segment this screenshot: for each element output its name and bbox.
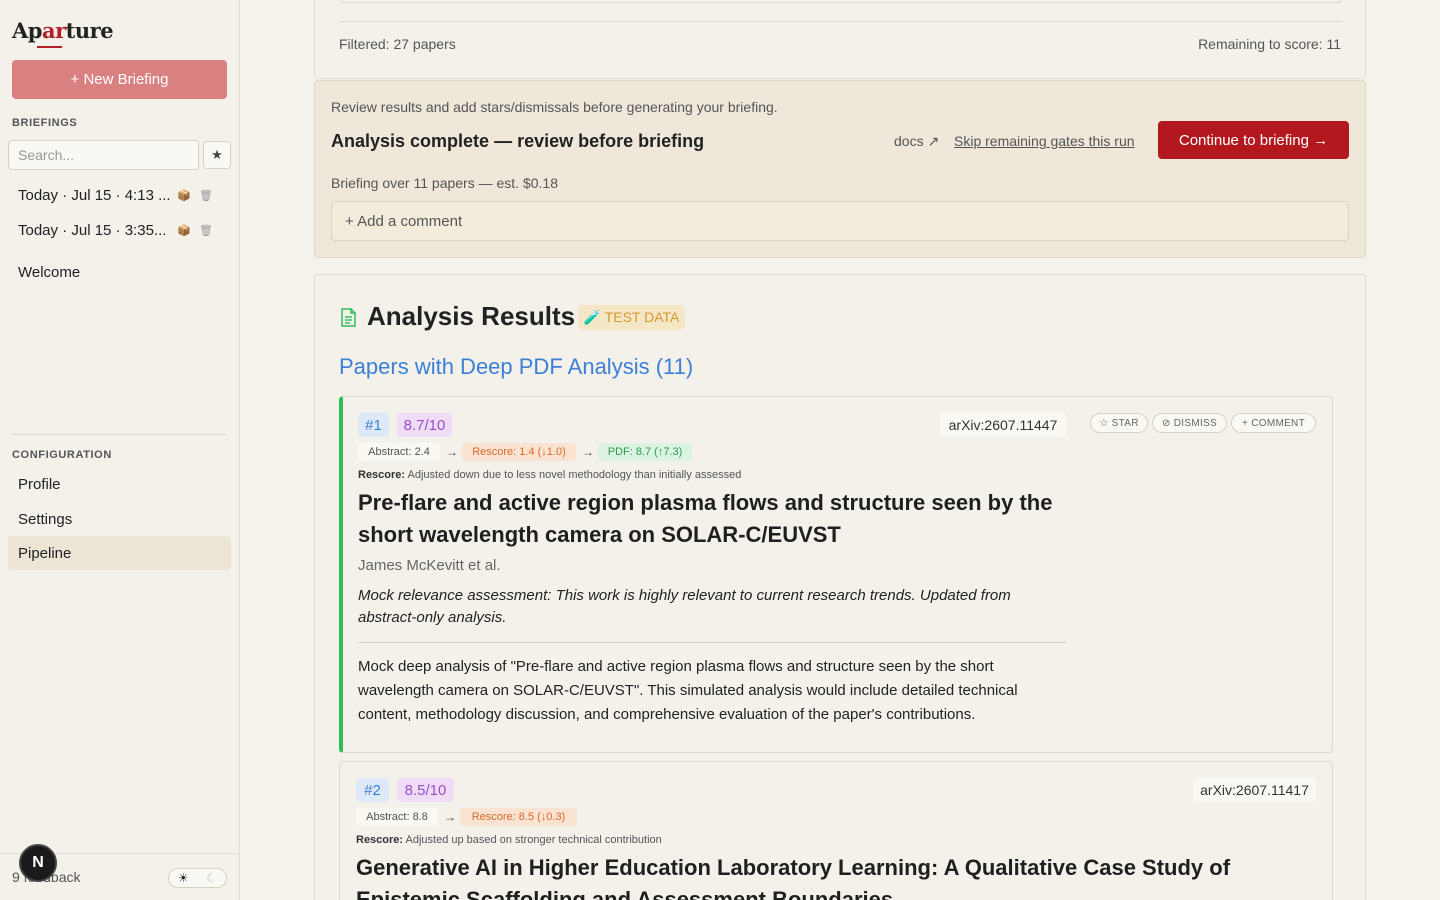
review-hint: Review results and add stars/dismissals … xyxy=(331,99,778,115)
deep-analysis-section-title[interactable]: Papers with Deep PDF Analysis (11) xyxy=(339,354,693,380)
welcome-label: Welcome xyxy=(18,263,81,281)
nav-item-pipeline[interactable]: Pipeline xyxy=(8,536,231,570)
filter-inner-panel xyxy=(339,0,1342,3)
archive-icon[interactable]: 📦 xyxy=(174,189,194,202)
archive-icon[interactable]: 📦 xyxy=(174,224,194,237)
arxiv-id[interactable]: arXiv:2607.11417 xyxy=(1193,778,1316,802)
dismiss-button[interactable]: ⊘ DISMISS xyxy=(1152,413,1227,433)
briefings-section-label: BRIEFINGS xyxy=(12,117,78,129)
paper-title[interactable]: Pre-flare and active region plasma flows… xyxy=(358,487,1058,551)
paper-score-badge: 8.5/10 xyxy=(397,778,454,802)
review-title: Analysis complete — review before briefi… xyxy=(331,131,705,151)
nav-item-profile[interactable]: Profile xyxy=(8,467,231,501)
rescore-note: Rescore: Adjusted up based on stronger t… xyxy=(356,834,662,846)
paper-divider xyxy=(358,642,1067,643)
briefing-item-label: Today · Jul 15 · 4:13 ... xyxy=(18,186,171,204)
test-data-badge: 🧪 TEST DATA xyxy=(578,305,685,330)
briefing-item[interactable]: Today · Jul 15 · 4:13 ... 📦 🗑 xyxy=(18,183,228,207)
filtered-count: Filtered: 27 papers xyxy=(339,36,456,52)
trash-icon[interactable]: 🗑 xyxy=(194,224,218,237)
deep-analysis-text: Mock deep analysis of "Pre-flare and act… xyxy=(358,658,1018,723)
remaining-count: Remaining to score: 11 xyxy=(1198,36,1341,52)
avatar[interactable]: N xyxy=(19,844,57,882)
sidebar: Aparture + New Briefing BRIEFINGS Search… xyxy=(0,0,240,900)
app-logo[interactable]: Aparture xyxy=(12,18,114,43)
welcome-item[interactable]: Welcome xyxy=(18,260,228,284)
paper-title[interactable]: Generative AI in Higher Education Labora… xyxy=(356,852,1316,900)
analysis-results-title: Analysis Results xyxy=(367,301,576,331)
continue-to-briefing-button[interactable]: Continue to briefing → xyxy=(1158,121,1349,159)
briefing-estimate: Briefing over 11 papers — est. $0.18 xyxy=(331,175,558,191)
paper-rank-badge: #1 xyxy=(358,413,389,437)
trash-icon[interactable]: 🗑 xyxy=(194,189,218,202)
paper-rank-badge: #2 xyxy=(356,778,389,802)
arxiv-id[interactable]: arXiv:2607.11447 xyxy=(940,413,1066,437)
star-filter-icon[interactable]: ★ xyxy=(203,141,231,169)
theme-toggle[interactable]: ☀ ☾ xyxy=(168,868,227,888)
docs-link[interactable]: docs ↗ xyxy=(894,133,939,150)
rescore-note: Rescore: Adjusted down due to less novel… xyxy=(358,469,742,481)
comment-button[interactable]: + COMMENT xyxy=(1231,413,1316,433)
briefing-search-input[interactable]: Search... xyxy=(8,140,199,170)
pdf-score-pill: PDF: 8.7 (↑7.3) xyxy=(598,443,692,461)
paper-authors: James McKevitt et al. xyxy=(358,557,501,574)
star-button[interactable]: ☆ STAR xyxy=(1090,413,1148,433)
abstract-score-pill: Abstract: 2.4 xyxy=(358,443,440,461)
sun-icon[interactable]: ☀ xyxy=(178,871,189,885)
rescore-pill: Rescore: 1.4 (↓1.0) xyxy=(462,443,576,461)
abstract-score-pill: Abstract: 8.8 xyxy=(356,808,438,826)
score-arrow: → xyxy=(582,445,594,459)
sidebar-divider xyxy=(12,434,227,435)
briefing-item-label: Today · Jul 15 · 3:35... xyxy=(18,221,167,239)
add-comment-button[interactable]: + Add a comment xyxy=(331,201,1349,241)
document-icon xyxy=(341,308,356,327)
nav-item-settings[interactable]: Settings xyxy=(8,502,231,536)
logo-underline xyxy=(37,46,62,48)
score-arrow: → xyxy=(444,810,456,824)
briefing-item[interactable]: Today · Jul 15 · 3:35... 📦 🗑 xyxy=(18,218,228,242)
score-arrow: → xyxy=(446,445,458,459)
filter-divider xyxy=(339,21,1342,22)
skip-gates-link[interactable]: Skip remaining gates this run xyxy=(954,133,1135,149)
moon-icon[interactable]: ☾ xyxy=(206,871,217,885)
new-briefing-button[interactable]: + New Briefing xyxy=(12,60,227,99)
relevance-assessment: Mock relevance assessment: This work is … xyxy=(358,587,1011,626)
configuration-section-label: CONFIGURATION xyxy=(12,449,112,461)
rescore-pill: Rescore: 8.5 (↓0.3) xyxy=(460,808,577,826)
paper-score-badge: 8.7/10 xyxy=(397,413,452,437)
